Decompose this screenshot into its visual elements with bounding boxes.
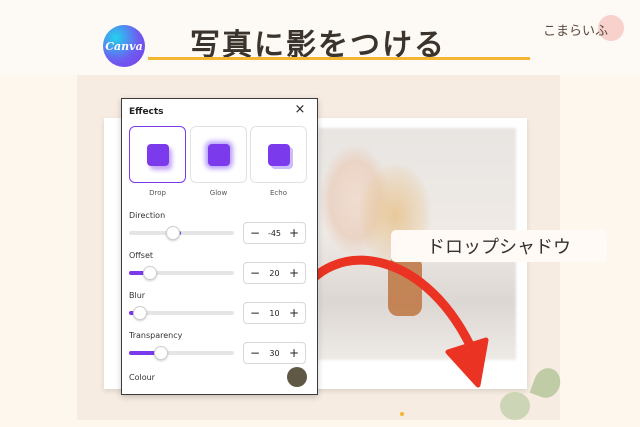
slider-handle[interactable] [143,266,157,280]
direction-stepper: − -45 + [243,222,306,244]
plus-icon[interactable]: + [288,266,300,280]
panel-title: Effects [129,107,164,117]
dot-decoration [400,412,404,416]
transparency-slider[interactable] [129,346,234,360]
blur-label: Blur [129,291,146,300]
minus-icon[interactable]: − [249,306,261,320]
effect-label-drop: Drop [149,189,166,197]
echo-preview-icon [268,144,290,166]
leaf-decoration [500,392,530,420]
effect-glow-button[interactable] [190,126,247,183]
plus-icon[interactable]: + [288,306,300,320]
offset-label: Offset [129,251,154,260]
effect-drop-button[interactable] [129,126,186,183]
effect-label-echo: Echo [270,189,287,197]
direction-label: Direction [129,211,166,220]
plus-icon[interactable]: + [288,226,300,240]
blur-stepper: − 10 + [243,302,306,324]
effect-echo-button[interactable] [250,126,307,183]
slider-handle[interactable] [132,306,147,320]
red-arrow-icon [295,255,489,388]
effect-label-glow: Glow [209,189,228,197]
effects-panel: Effects × Drop Glow Echo Direction − -45… [121,98,318,395]
drop-preview-icon [147,144,169,166]
blur-value[interactable]: 10 [269,309,279,318]
glow-preview-icon [208,144,230,166]
close-icon[interactable]: × [293,103,307,117]
offset-value[interactable]: 20 [269,269,279,278]
minus-icon[interactable]: − [249,266,261,280]
direction-value[interactable]: -45 [268,229,281,238]
direction-slider[interactable] [129,226,234,240]
minus-icon[interactable]: − [249,346,261,360]
colour-label: Colour [129,373,155,382]
transparency-label: Transparency [129,331,183,340]
minus-icon[interactable]: − [249,226,261,240]
transparency-value[interactable]: 30 [269,349,279,358]
slider-handle[interactable] [166,226,181,240]
slider-handle[interactable] [153,346,168,360]
plus-icon[interactable]: + [288,346,300,360]
blur-slider[interactable] [129,306,234,320]
colour-swatch[interactable] [287,367,307,387]
transparency-stepper: − 30 + [243,342,306,364]
offset-stepper: − 20 + [243,262,306,284]
offset-slider[interactable] [129,266,234,280]
